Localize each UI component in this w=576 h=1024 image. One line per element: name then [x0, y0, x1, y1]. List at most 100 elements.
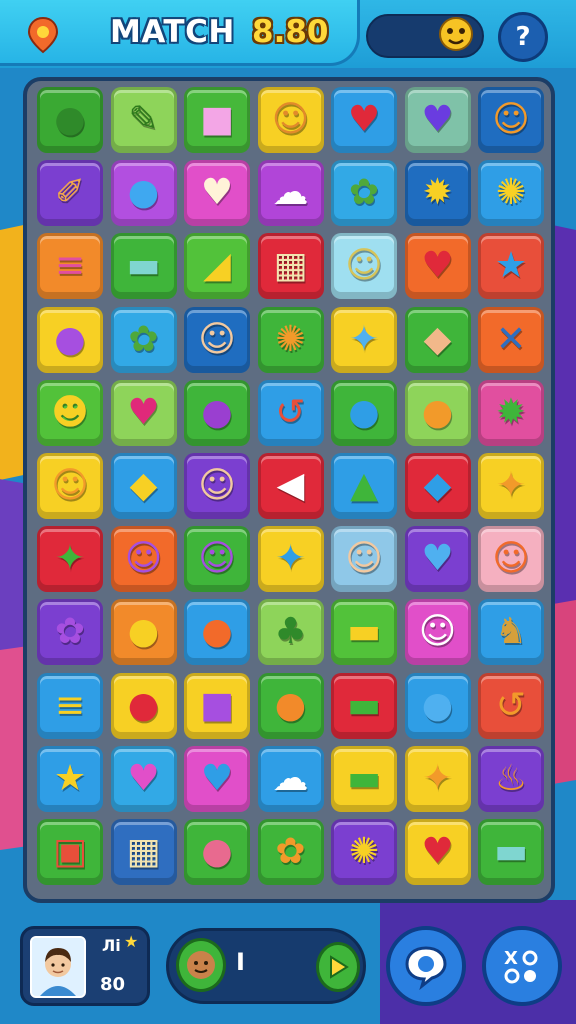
game-tile[interactable]: ● — [184, 379, 250, 446]
game-tile[interactable]: ● — [184, 599, 250, 666]
game-tile[interactable]: ◆ — [110, 453, 177, 519]
game-tile[interactable]: ☺ — [37, 453, 103, 519]
snail-icon: ♞ — [494, 611, 528, 653]
game-tile[interactable]: ✎ — [110, 87, 177, 153]
game-tile[interactable]: ✿ — [37, 599, 103, 666]
game-tile[interactable]: ☺ — [184, 453, 250, 519]
blue-star-icon: ★ — [494, 245, 528, 287]
game-tile[interactable]: ≡ — [37, 233, 103, 300]
green-tree-icon: ♣ — [274, 611, 307, 653]
game-tile[interactable]: ● — [404, 672, 471, 739]
opponent-avatar[interactable] — [176, 938, 226, 992]
game-tile[interactable]: ☁ — [257, 160, 324, 227]
game-tile[interactable]: ☺ — [331, 233, 397, 300]
donut-icon: ● — [201, 831, 233, 872]
play-icon — [330, 955, 349, 979]
game-tile[interactable]: ☻ — [37, 379, 103, 446]
game-tile[interactable]: ☺ — [478, 526, 544, 593]
game-tile[interactable]: ☺ — [184, 526, 250, 593]
menu-grid-icon: X — [504, 948, 538, 984]
game-tile[interactable]: ☺ — [184, 306, 250, 373]
game-tile[interactable]: ☺ — [331, 526, 397, 593]
crate-icon: ▦ — [273, 245, 308, 287]
game-tile[interactable]: ♥ — [184, 745, 250, 812]
game-tile[interactable]: ✺ — [331, 819, 397, 885]
game-tile[interactable]: ✦ — [478, 453, 544, 519]
game-tile[interactable]: ▬ — [478, 819, 544, 885]
game-tile[interactable]: ♥ — [110, 379, 177, 446]
game-tile[interactable]: ♥ — [404, 87, 471, 153]
game-tile[interactable]: ● — [110, 672, 177, 739]
game-tile[interactable]: ✦ — [404, 745, 471, 812]
game-tile[interactable]: ♥ — [404, 526, 471, 593]
game-tile[interactable]: ● — [257, 672, 324, 739]
game-tile[interactable]: ☁ — [257, 745, 324, 812]
game-tile[interactable]: ↺ — [257, 379, 324, 446]
game-tile[interactable]: ▬ — [331, 599, 397, 666]
game-tile[interactable]: ✹ — [478, 379, 544, 446]
game-tile[interactable]: ● — [404, 379, 471, 446]
avatar[interactable] — [30, 936, 86, 998]
game-tile[interactable]: ♣ — [257, 599, 324, 666]
game-tile[interactable]: ♥ — [331, 87, 397, 153]
game-tile[interactable]: ♥ — [184, 160, 250, 227]
game-tile[interactable]: ☺ — [478, 87, 544, 153]
game-tile[interactable]: ■ — [184, 87, 250, 153]
red-heart-icon: ♥ — [347, 99, 381, 140]
game-tile[interactable]: ✐ — [37, 160, 103, 227]
game-tile[interactable]: ✦ — [331, 306, 397, 373]
mascot-icon[interactable] — [436, 14, 476, 56]
pumpkin-icon: ● — [274, 684, 307, 726]
game-tile[interactable]: ▲ — [331, 453, 397, 519]
game-tile[interactable]: ◆ — [404, 306, 471, 373]
game-tile[interactable]: ✕ — [478, 306, 544, 373]
game-tile[interactable]: ✿ — [110, 306, 177, 373]
game-tile[interactable]: ≡ — [37, 672, 103, 739]
game-tile[interactable]: ✦ — [37, 526, 103, 593]
game-tile[interactable]: ♥ — [404, 819, 471, 885]
game-tile[interactable]: ✿ — [331, 160, 397, 227]
game-tile[interactable]: ● — [37, 87, 103, 153]
game-tile[interactable]: ■ — [184, 672, 250, 739]
game-tile[interactable]: ◆ — [404, 453, 471, 519]
chat-button[interactable] — [386, 926, 466, 1006]
game-tile[interactable]: ☺ — [404, 599, 471, 666]
game-tile[interactable]: ♨ — [478, 745, 544, 812]
game-tile[interactable]: ✦ — [257, 526, 324, 593]
game-tile[interactable]: ☺ — [257, 87, 324, 153]
game-tile[interactable]: ↺ — [478, 672, 544, 739]
layered-cake-icon: ≡ — [54, 684, 86, 726]
game-tile[interactable]: ★ — [478, 233, 544, 300]
help-button[interactable]: ? — [498, 12, 548, 62]
menu-button[interactable]: X — [482, 926, 562, 1006]
game-tile[interactable]: ★ — [37, 745, 103, 812]
game-tile[interactable]: ☺ — [110, 526, 177, 593]
game-tile[interactable]: ▬ — [331, 745, 397, 812]
game-tile[interactable]: ▬ — [110, 233, 177, 300]
game-tile[interactable]: ▦ — [257, 233, 324, 300]
game-tile[interactable]: ● — [184, 819, 250, 885]
game-tile[interactable]: ◢ — [184, 233, 250, 300]
game-tile[interactable]: ▣ — [37, 819, 103, 885]
play-button[interactable] — [316, 942, 360, 992]
location-icon[interactable] — [26, 16, 60, 54]
game-tile[interactable]: ✺ — [478, 160, 544, 227]
purple-dice-icon: ■ — [199, 684, 234, 726]
chat-icon — [405, 946, 447, 990]
purple-face-icon: ☺ — [124, 538, 163, 580]
game-tile[interactable]: ♥ — [110, 745, 177, 812]
game-tile[interactable]: ✺ — [257, 306, 324, 373]
game-tile[interactable]: ● — [110, 599, 177, 666]
game-tile[interactable]: ● — [331, 379, 397, 446]
game-tile[interactable]: ● — [110, 160, 177, 227]
game-tile[interactable]: ● — [37, 306, 103, 373]
game-tile[interactable]: ▦ — [110, 819, 177, 885]
game-tile[interactable]: ♞ — [478, 599, 544, 666]
game-tile[interactable]: ✹ — [404, 160, 471, 227]
game-tile[interactable]: ♥ — [404, 233, 471, 300]
game-tile[interactable]: ✿ — [257, 819, 324, 885]
game-tile[interactable]: ▬ — [331, 672, 397, 739]
red-heart-3-icon: ♥ — [421, 831, 454, 872]
blue-bubble-icon: ● — [127, 172, 160, 214]
game-tile[interactable]: ◀ — [257, 453, 324, 519]
